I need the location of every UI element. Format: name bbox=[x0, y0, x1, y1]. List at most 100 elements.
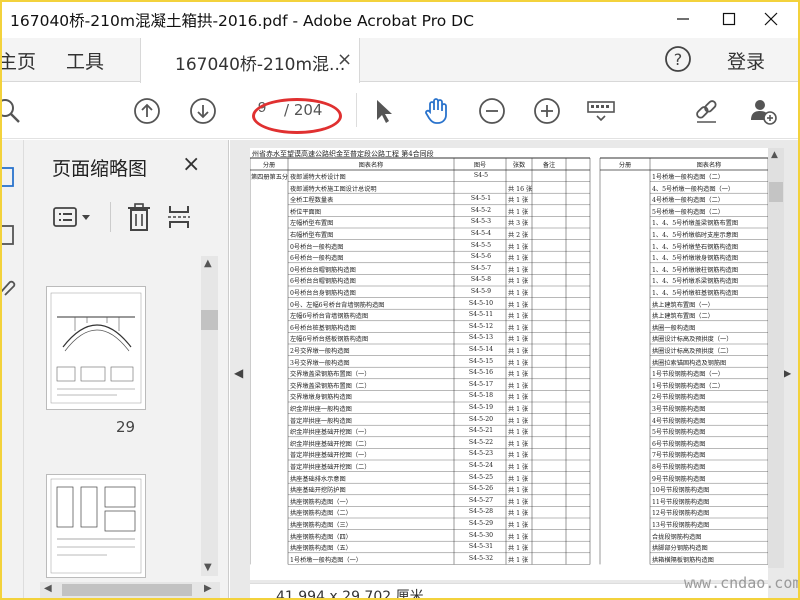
table-cell-name: 普定岸拱座一般构造图 bbox=[290, 417, 352, 425]
minimize-button[interactable] bbox=[660, 2, 706, 36]
table-cell-code: S4-5-24 bbox=[468, 462, 494, 469]
table-cell-name: 拱座钢筋构造图（二） bbox=[290, 510, 352, 518]
table-cell-count: 共 1 张 bbox=[508, 348, 529, 355]
table-cell-code: S4-5-2 bbox=[470, 206, 492, 214]
panel-divider bbox=[110, 202, 111, 232]
tools-menu[interactable]: 工具 bbox=[66, 47, 104, 74]
table-cell-name: 6号桥台台帽钢筋构造图 bbox=[290, 278, 356, 286]
table-cell-count: 共 1 张 bbox=[508, 406, 529, 413]
table-cell-count: 共 1 张 bbox=[508, 556, 529, 564]
attachments-tab-button[interactable] bbox=[2, 224, 18, 252]
search-icon bbox=[2, 99, 20, 123]
keyboard-button[interactable] bbox=[586, 96, 616, 126]
bookmark-icon bbox=[2, 225, 14, 245]
scroll-down-icon[interactable]: ▼ bbox=[204, 562, 212, 573]
table-cell-name: 5号节段钢筋构造图 bbox=[652, 429, 706, 437]
table-cell-code: S4-5-12 bbox=[468, 322, 494, 330]
table-cell-code: S4-5-16 bbox=[468, 369, 494, 377]
help-button[interactable]: ? bbox=[664, 45, 692, 77]
doc-scrollbar-thumb[interactable] bbox=[769, 182, 783, 202]
page-thumbnail-30[interactable] bbox=[46, 474, 146, 578]
maximize-button[interactable] bbox=[706, 2, 752, 36]
pier-drawing-thumbnail bbox=[50, 478, 142, 574]
table-cell-count: 共 1 张 bbox=[508, 336, 529, 344]
thumbnail-vertical-scrollbar[interactable]: ▲ ▼ bbox=[201, 256, 218, 576]
table-cell-code: S4-5-4 bbox=[470, 230, 492, 237]
select-cursor-icon bbox=[377, 100, 392, 123]
table-cell-code: S4-5-29 bbox=[468, 520, 494, 527]
close-window-button[interactable] bbox=[748, 2, 794, 36]
table-cell-name: 13号节段钢筋构造图 bbox=[652, 522, 710, 529]
table-cell-count: 共 1 张 bbox=[508, 487, 529, 495]
document-scrollbar[interactable]: ▲ bbox=[768, 148, 784, 568]
next-page-button[interactable] bbox=[188, 96, 218, 126]
previous-page-button[interactable] bbox=[132, 96, 162, 126]
table-cell-name: 织金岸拱座基础开挖图（二） bbox=[290, 440, 371, 448]
bridge-drawing-thumbnail bbox=[50, 292, 142, 404]
table-cell-name: 拱箱横隔板钢筋构造图 bbox=[652, 556, 714, 564]
bookmark-tab-button[interactable] bbox=[2, 166, 18, 194]
login-button[interactable]: 登录 bbox=[727, 47, 765, 74]
title-bar: 167040桥-210m混凝土箱拱-2016.pdf - Adobe Acrob… bbox=[2, 2, 798, 38]
doc-scroll-up-icon[interactable]: ▲ bbox=[771, 150, 778, 160]
table-cell-count: 共 2 张 bbox=[508, 232, 529, 239]
share-user-button[interactable] bbox=[748, 96, 778, 126]
table-cell-name: 0号桥台台身钢筋构造图 bbox=[290, 290, 356, 297]
side-tool-strip bbox=[2, 140, 24, 598]
table-cell-count: 共 1 张 bbox=[508, 498, 529, 506]
table-cell-code: S4-5-14 bbox=[468, 346, 494, 353]
table-cell-name: 7号节段钢筋构造图 bbox=[652, 452, 706, 460]
table-cell-count: 共 1 张 bbox=[508, 464, 529, 471]
keyboard-icon bbox=[587, 101, 615, 122]
table-cell-name: 1、4、5号桥墩盖梁钢筋布置图 bbox=[652, 220, 739, 228]
link-tool-button[interactable] bbox=[692, 96, 722, 126]
table-header-cell: 图表名称 bbox=[358, 162, 384, 169]
options-menu-button[interactable] bbox=[52, 206, 96, 232]
table-cell-code: S4-5-11 bbox=[468, 311, 494, 319]
extract-button[interactable] bbox=[166, 202, 192, 236]
link-tab-button[interactable] bbox=[2, 276, 18, 302]
table-cell-name: 左幅桥型布置图 bbox=[290, 220, 334, 228]
select-tool-button[interactable] bbox=[368, 96, 398, 126]
table-cell-name: 夜郎湖特大桥施工图设计总说明 bbox=[290, 185, 377, 193]
tab-close-icon[interactable]: × bbox=[337, 49, 352, 70]
table-cell-name: 拱座钢筋构造图（三） bbox=[290, 522, 352, 529]
scroll-left-icon[interactable]: ◀ bbox=[44, 583, 52, 594]
document-view[interactable]: ◀ 州省赤水至望谟高速公路织金至普定段公路工程 第4合同段 分册 图表名称 图号 张数… bbox=[230, 140, 798, 598]
scroll-up-icon[interactable]: ▲ bbox=[204, 258, 212, 269]
close-icon bbox=[764, 12, 778, 26]
home-menu[interactable]: 主页 bbox=[2, 47, 36, 74]
table-cell-name: 拱座钢筋构造图（一） bbox=[290, 498, 352, 506]
hand-tool-button[interactable] bbox=[422, 96, 452, 126]
table-header-cell: 张数 bbox=[512, 162, 526, 169]
pdf-page: 州省赤水至望谟高速公路织金至普定段公路工程 第4合同段 分册 图表名称 图号 张数 备注… bbox=[250, 148, 768, 580]
panel-close-icon[interactable]: × bbox=[182, 152, 200, 177]
table-cell-count: 共 1 张 bbox=[508, 371, 529, 379]
table-cell-name: 拱圈设计标高及预拱度（二） bbox=[652, 348, 733, 355]
table-cell-count: 共 1 张 bbox=[508, 197, 529, 205]
scroll-right-icon[interactable]: ▶ bbox=[204, 583, 212, 594]
table-cell-code: S4-5-7 bbox=[470, 264, 492, 272]
table-cell-count: 共 1 张 bbox=[508, 452, 529, 460]
table-cell-name: 0号、左幅6号桥台背墙钢筋构造图 bbox=[290, 301, 385, 309]
table-cell-code: S4-5-10 bbox=[468, 299, 494, 307]
hscrollbar-thumb[interactable] bbox=[62, 584, 192, 596]
page-thumbnail-29[interactable] bbox=[46, 286, 146, 410]
table-cell-name: 2号交界墩一般构造图 bbox=[290, 348, 350, 355]
table-cell-count: 共 1 张 bbox=[508, 324, 529, 332]
delete-button[interactable] bbox=[126, 202, 152, 236]
table-cell-name: 11号节段钢筋构造图 bbox=[652, 498, 710, 506]
search-button[interactable] bbox=[2, 96, 24, 126]
table-cell-count: 共 1 张 bbox=[508, 545, 529, 553]
table-cell-name: 拱座钢筋构造图（四） bbox=[290, 533, 352, 541]
table-cell-count: 共 1 张 bbox=[508, 417, 529, 425]
zoom-in-button[interactable] bbox=[532, 96, 562, 126]
document-tab[interactable]: 167040桥-210m混... × bbox=[140, 38, 360, 83]
thumbnail-horizontal-scrollbar[interactable]: ◀ ▶ bbox=[40, 582, 220, 598]
zoom-out-button[interactable] bbox=[477, 96, 507, 126]
table-cell-name: 4、5号桥墩一般构造图（一） bbox=[652, 185, 735, 193]
table-cell-name: 拱上建筑布置图（二） bbox=[652, 313, 714, 321]
scrollbar-thumb[interactable] bbox=[201, 310, 218, 330]
prev-page-arrow-icon[interactable]: ◀ bbox=[234, 366, 243, 380]
table-cell-count: 共 1 张 bbox=[508, 475, 529, 483]
